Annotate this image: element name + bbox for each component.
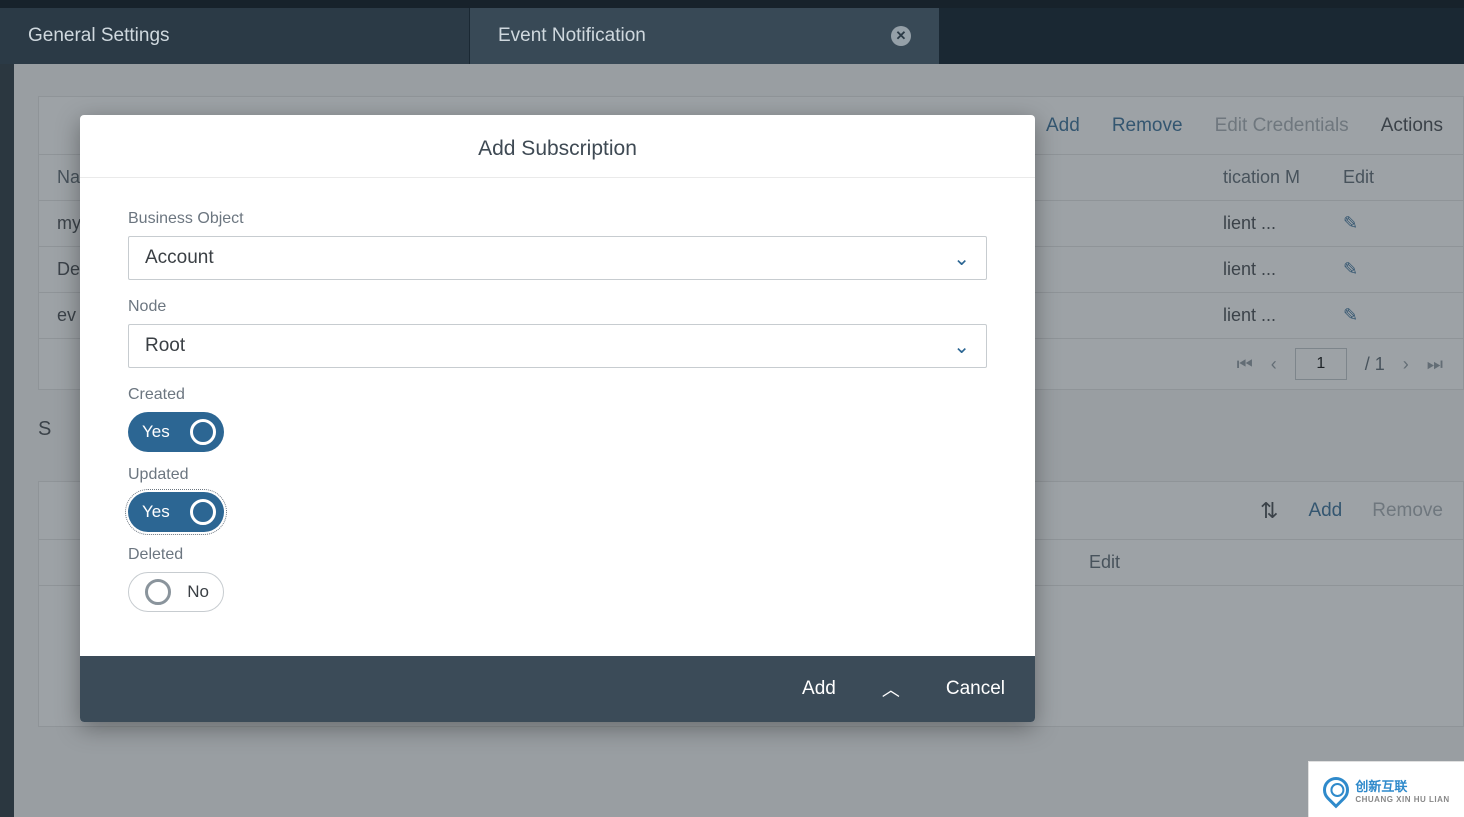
node-select[interactable]: Root ⌄ [128,324,987,368]
add-subscription-dialog: Add Subscription Business Object Account… [80,115,1035,722]
dialog-title: Add Subscription [80,115,1035,178]
business-object-select[interactable]: Account ⌄ [128,236,987,280]
dialog-cancel-button[interactable]: Cancel [946,678,1005,700]
toggle-knob-icon [190,499,216,525]
created-toggle[interactable]: Yes [128,412,224,452]
tab-bar: General Settings Event Notification ✕ [0,0,1464,64]
tab-label: Event Notification [498,25,646,47]
business-object-label: Business Object [128,210,987,228]
deleted-label: Deleted [128,546,987,564]
node-label: Node [128,298,987,316]
deleted-toggle[interactable]: No [128,572,224,612]
dialog-body: Business Object Account ⌄ Node Root ⌄ Cr… [80,178,1035,656]
tab-general-settings[interactable]: General Settings [0,8,470,64]
toggle-value: Yes [142,422,170,442]
select-value: Account [145,247,214,269]
created-label: Created [128,386,987,404]
chevron-down-icon: ⌄ [953,246,970,271]
brand-name: 创新互联 [1355,779,1407,794]
brand-watermark: 创新互联 CHUANG XIN HU LIAN [1308,761,1464,817]
brand-subtitle: CHUANG XIN HU LIAN [1355,795,1449,804]
toggle-knob-icon [145,579,171,605]
toggle-value: Yes [142,502,170,522]
tab-label: General Settings [28,25,170,47]
toggle-knob-icon [190,419,216,445]
toggle-value: No [187,582,209,602]
select-value: Root [145,335,185,357]
chevron-up-icon[interactable]: ︿ [882,676,900,702]
chevron-down-icon: ⌄ [953,334,970,359]
updated-label: Updated [128,466,987,484]
brand-logo-icon [1318,771,1355,808]
dialog-footer: Add ︿ Cancel [80,656,1035,722]
close-icon[interactable]: ✕ [891,26,911,46]
dialog-add-button[interactable]: Add [802,678,836,700]
tab-event-notification[interactable]: Event Notification ✕ [470,8,940,64]
updated-toggle[interactable]: Yes [128,492,224,532]
